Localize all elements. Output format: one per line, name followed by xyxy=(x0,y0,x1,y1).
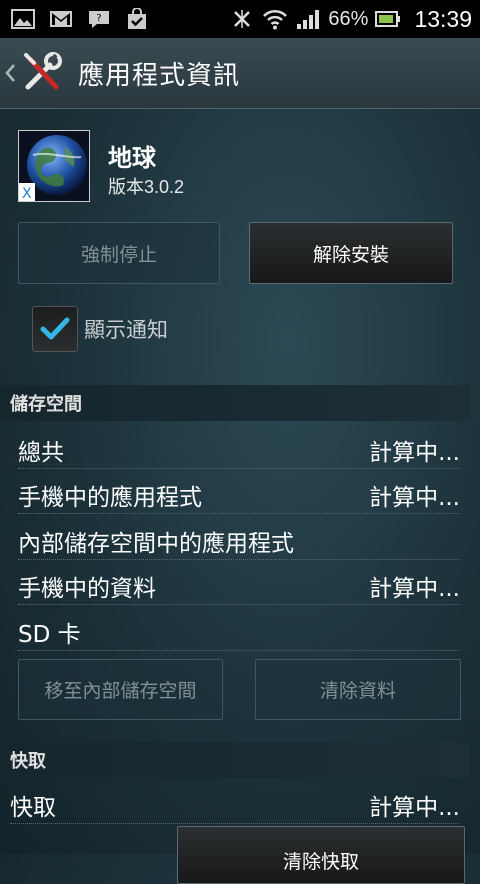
page-title: 應用程式資訊 xyxy=(78,60,241,91)
row-label: 快取 xyxy=(10,795,56,821)
move-to-internal-button[interactable]: 移至內部儲存空間 xyxy=(18,659,223,720)
storage-row-sd-card: SD 卡 xyxy=(18,614,460,651)
cache-row: 快取 計算中... xyxy=(10,787,460,824)
storage-row-total: 總共 計算中... xyxy=(18,432,460,469)
cache-section-header: 快取 xyxy=(0,742,470,778)
storage-row-app-on-phone: 手機中的應用程式 計算中... xyxy=(18,477,460,514)
row-value: 計算中... xyxy=(369,576,460,602)
title-bar[interactable]: 應用程式資訊 xyxy=(0,38,480,109)
storage-section-header: 儲存空間 xyxy=(0,385,470,421)
gmail-icon xyxy=(48,8,74,30)
row-label: 手機中的資料 xyxy=(18,576,156,602)
clear-cache-button[interactable]: 清除快取 xyxy=(177,826,465,884)
row-label: 手機中的應用程式 xyxy=(18,485,202,511)
clock: 13:39 xyxy=(414,5,472,32)
gallery-icon xyxy=(10,8,36,30)
bag-icon xyxy=(124,8,150,30)
svg-text:?: ? xyxy=(96,13,101,24)
row-value: 計算中... xyxy=(369,440,460,466)
app-version: 版本3.0.2 xyxy=(108,177,185,197)
row-label: 內部儲存空間中的應用程式 xyxy=(18,531,294,557)
back-chevron-icon[interactable] xyxy=(4,62,18,84)
svg-text:X: X xyxy=(22,186,32,201)
no-sound-icon xyxy=(229,8,255,30)
row-value: 計算中... xyxy=(369,485,460,511)
app-name: 地球 xyxy=(108,144,156,172)
show-notification-label: 顯示通知 xyxy=(84,318,168,342)
battery-icon xyxy=(375,8,401,30)
storage-row-data-on-phone: 手機中的資料 計算中... xyxy=(18,568,460,605)
battery-percent: 66% xyxy=(328,7,369,30)
show-notification-checkbox[interactable] xyxy=(32,306,78,352)
wifi-icon xyxy=(262,8,288,30)
storage-row-app-internal: 內部儲存空間中的應用程式 xyxy=(18,523,460,560)
checkmark-icon xyxy=(40,317,70,340)
clear-data-button[interactable]: 清除資料 xyxy=(255,659,461,720)
force-stop-button[interactable]: 強制停止 xyxy=(18,222,220,284)
settings-tools-icon xyxy=(20,51,64,95)
earth-app-icon: X xyxy=(18,130,90,202)
uninstall-button[interactable]: 解除安裝 xyxy=(249,222,453,284)
row-label: SD 卡 xyxy=(18,622,81,648)
message-icon: ? xyxy=(86,8,112,30)
row-value: 計算中... xyxy=(369,795,460,821)
signal-icon xyxy=(295,8,321,30)
row-label: 總共 xyxy=(18,440,64,466)
status-bar: ? 66% 13:39 xyxy=(0,0,480,38)
